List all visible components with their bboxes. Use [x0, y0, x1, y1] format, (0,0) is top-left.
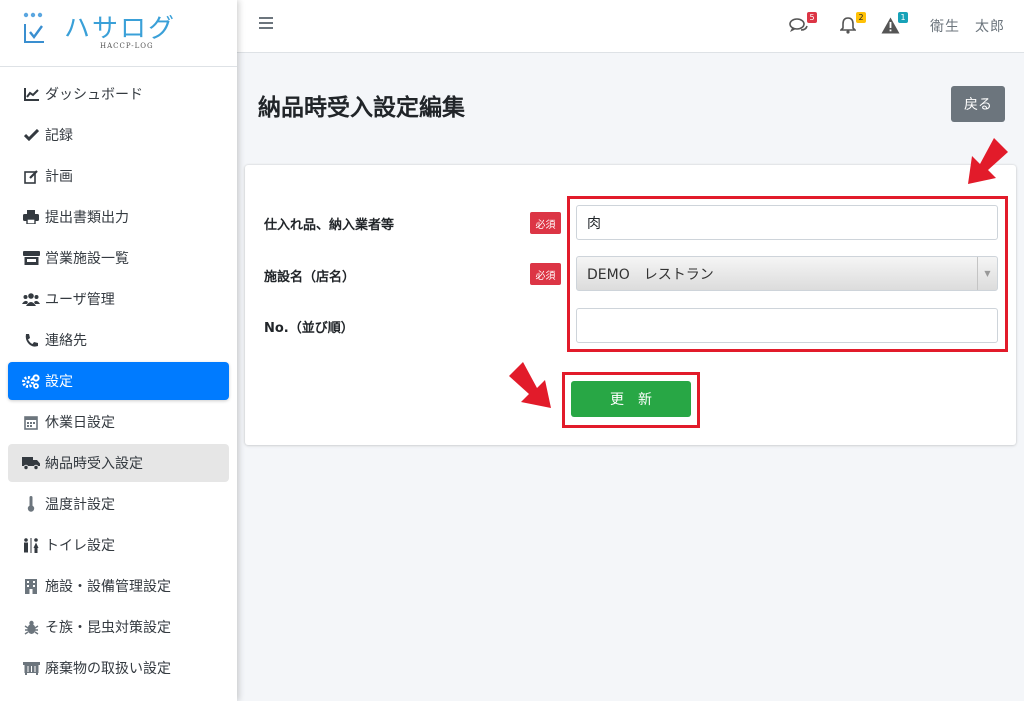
supplier-label: 仕入れ品、納入業者等	[264, 218, 395, 233]
thermometer-icon	[22, 495, 40, 513]
sidebar-item-restroom-settings[interactable]: トイレ設定	[8, 526, 229, 564]
sidebar-item-label: 納品時受入設定	[45, 456, 143, 472]
red-arrow-icon	[509, 362, 551, 408]
sidebar-item-users[interactable]: ユーザ管理	[8, 280, 229, 318]
sidebar-item-pest-control-settings[interactable]: そ族・昆虫対策設定	[8, 608, 229, 646]
red-arrow-icon	[968, 138, 1008, 184]
sidebar: ハサログ HACCP-LOG ダッシュボード 記録 計画 提出書類出力 営業施設…	[0, 0, 237, 701]
brand[interactable]: ハサログ HACCP-LOG	[0, 0, 237, 67]
sidebar-item-label: 施設・設備管理設定	[45, 579, 171, 595]
messages-button[interactable]: 5	[789, 12, 817, 37]
order-label: No.（並び順）	[264, 321, 354, 336]
sidebar-item-label: トイレ設定	[45, 538, 115, 554]
sidebar-item-delivery-settings[interactable]: 納品時受入設定	[8, 444, 229, 482]
sidebar-item-facilities[interactable]: 営業施設一覧	[8, 239, 229, 277]
alerts-button[interactable]: 1	[880, 12, 908, 37]
hamburger-menu-icon[interactable]	[259, 17, 273, 31]
notifications-count-badge: 2	[856, 12, 866, 23]
phone-icon	[22, 331, 40, 349]
calendar-icon	[22, 413, 40, 431]
sidebar-item-contacts[interactable]: 連絡先	[8, 321, 229, 359]
dumpster-icon	[22, 659, 40, 677]
comments-icon	[789, 18, 808, 32]
sidebar-item-holiday-settings[interactable]: 休業日設定	[8, 403, 229, 441]
building-icon	[22, 577, 40, 595]
highlight-box-fields	[567, 196, 1008, 352]
alerts-count-badge: 1	[898, 12, 908, 23]
highlight-box-button	[562, 372, 700, 428]
sidebar-item-equipment-settings[interactable]: 施設・設備管理設定	[8, 567, 229, 605]
sidebar-item-label: 休業日設定	[45, 415, 115, 431]
sidebar-item-label: 温度計設定	[45, 497, 115, 513]
store-icon	[22, 249, 40, 267]
sidebar-item-label: 廃棄物の取扱い設定	[45, 661, 171, 677]
sidebar-nav: ダッシュボード 記録 計画 提出書類出力 営業施設一覧 ユーザ管理 連絡先 設定…	[0, 67, 237, 687]
bug-icon	[22, 618, 40, 636]
edit-icon	[22, 167, 40, 185]
notifications-button[interactable]: 2	[838, 12, 866, 37]
sidebar-item-label: 計画	[45, 169, 73, 185]
sidebar-item-thermometer-settings[interactable]: 温度計設定	[8, 485, 229, 523]
print-icon	[22, 208, 40, 226]
facility-label: 施設名（店名）	[264, 270, 356, 285]
check-icon	[22, 126, 40, 144]
sidebar-item-label: 連絡先	[45, 333, 87, 349]
sidebar-item-label: 設定	[45, 374, 73, 390]
required-badge: 必須	[530, 212, 561, 234]
sidebar-item-label: 提出書類出力	[45, 210, 129, 226]
sidebar-item-label: 営業施設一覧	[45, 251, 129, 267]
restroom-icon	[22, 536, 40, 554]
messages-count-badge: 5	[807, 12, 817, 23]
brand-name: ハサログ	[64, 14, 177, 44]
truck-icon	[22, 454, 40, 472]
sidebar-item-label: そ族・昆虫対策設定	[45, 620, 171, 636]
chart-line-icon	[22, 85, 40, 103]
back-button[interactable]: 戻る	[951, 86, 1005, 122]
required-badge: 必須	[530, 263, 561, 285]
user-name[interactable]: 衛生 太郎	[930, 16, 1005, 36]
sidebar-item-plan[interactable]: 計画	[8, 157, 229, 195]
brand-subtitle: HACCP-LOG	[100, 42, 154, 50]
checklist-logo-icon	[23, 12, 44, 43]
sidebar-item-dashboard[interactable]: ダッシュボード	[8, 75, 229, 113]
cogs-icon	[22, 372, 40, 390]
bell-icon	[840, 17, 856, 34]
page-title: 納品時受入設定編集	[258, 95, 465, 121]
sidebar-item-label: ユーザ管理	[45, 292, 115, 308]
sidebar-item-documents[interactable]: 提出書類出力	[8, 198, 229, 236]
sidebar-item-settings[interactable]: 設定	[8, 362, 229, 400]
sidebar-item-records[interactable]: 記録	[8, 116, 229, 154]
sidebar-item-label: ダッシュボード	[45, 87, 143, 103]
top-navbar: 5 2 1 衛生 太郎	[237, 0, 1024, 53]
sidebar-item-label: 記録	[45, 128, 73, 144]
sidebar-item-waste-settings[interactable]: 廃棄物の取扱い設定	[8, 649, 229, 687]
users-icon	[22, 290, 40, 308]
